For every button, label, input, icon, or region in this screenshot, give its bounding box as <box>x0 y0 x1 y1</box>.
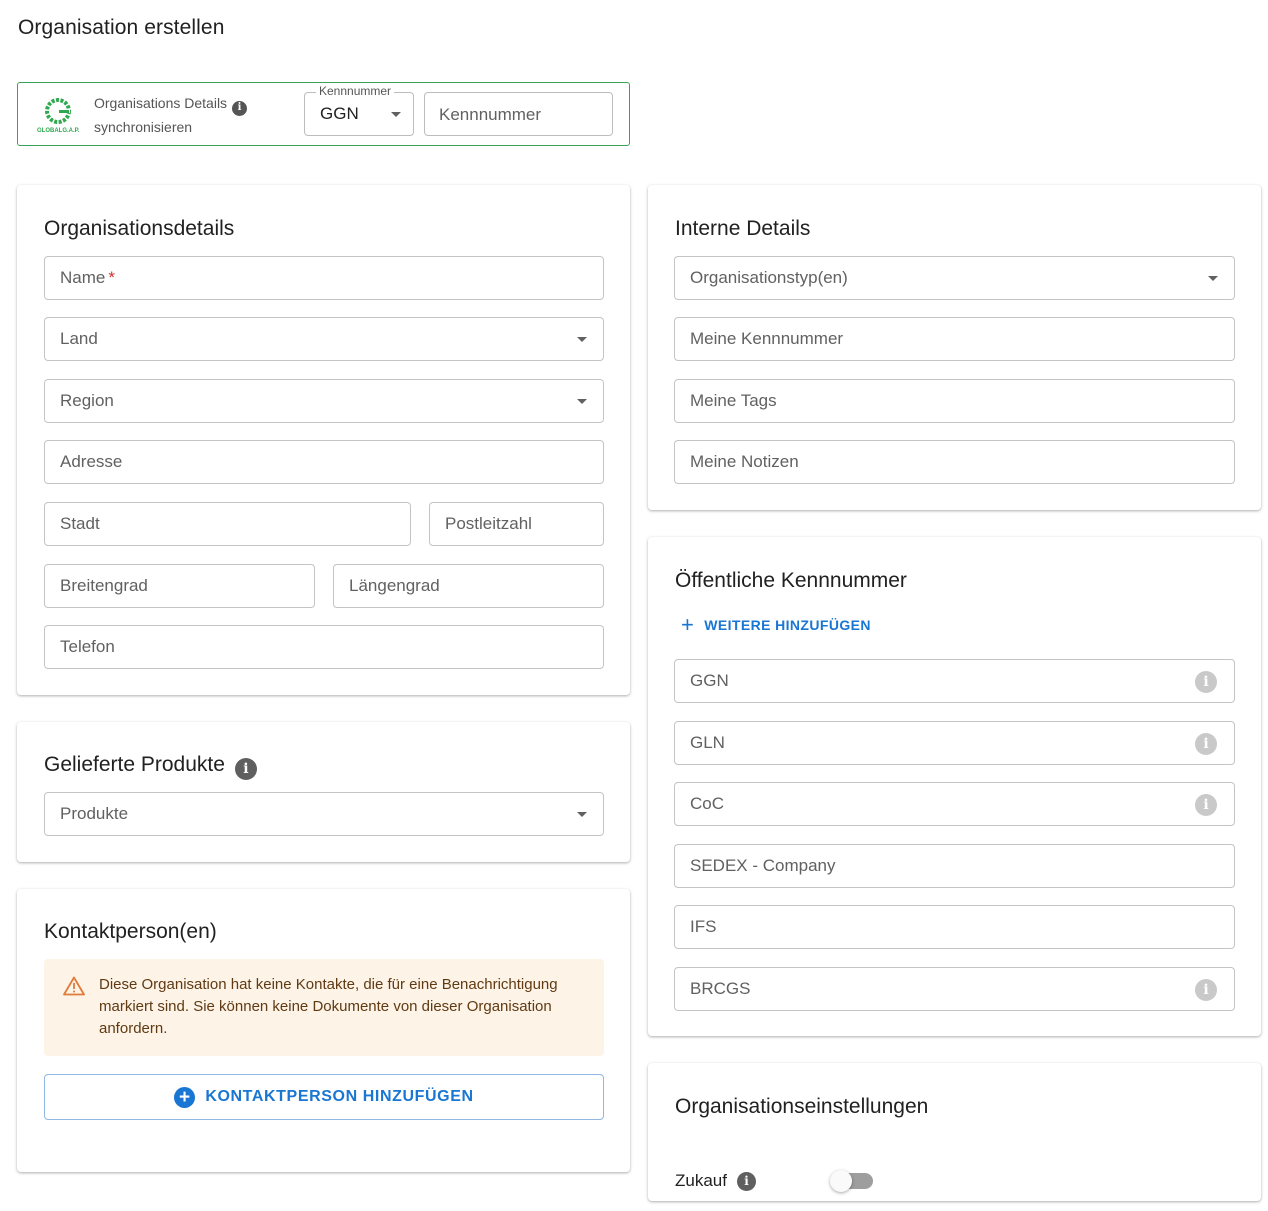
id-type-legend: Kennnummer <box>316 84 395 98</box>
add-contact-button[interactable]: + KONTAKTPERSON HINZUFÜGEN <box>44 1074 604 1120</box>
required-marker: * <box>108 268 115 287</box>
phone-field[interactable]: Telefon <box>44 625 604 669</box>
internal-details-title: Interne Details <box>675 217 811 240</box>
contacts-card: Kontaktperson(en) Diese Organisation hat… <box>17 889 630 1172</box>
zip-field[interactable]: Postleitzahl <box>429 502 604 546</box>
plus-icon: + <box>681 612 695 637</box>
id-number-input[interactable]: Kennnummer <box>424 92 613 136</box>
public-id-brcgs[interactable]: BRCGS i <box>674 967 1235 1011</box>
public-ids-card: Öffentliche Kennnummer + WEITERE HINZUFÜ… <box>648 537 1261 1036</box>
add-more-button[interactable]: + WEITERE HINZUFÜGEN <box>681 612 871 637</box>
info-icon[interactable]: i <box>1195 794 1217 816</box>
warning-icon <box>63 976 85 996</box>
internal-details-card: Interne Details Organisationstyp(en) Mei… <box>648 185 1261 510</box>
public-id-sedex[interactable]: SEDEX - Company <box>674 844 1235 888</box>
sync-label: Organisations Details i synchronisieren <box>94 92 274 138</box>
chevron-down-icon <box>1208 276 1218 281</box>
latitude-field[interactable]: Breitengrad <box>44 564 315 608</box>
id-number-placeholder: Kennnummer <box>439 105 542 124</box>
chevron-down-icon <box>577 337 587 342</box>
products-card: Gelieferte Produkte i Produkte <box>17 722 630 862</box>
public-id-gln[interactable]: GLN i <box>674 721 1235 765</box>
zukauf-label: Zukauf i <box>675 1171 756 1191</box>
globalgap-logo: GLOBALG.A.P. <box>37 98 80 134</box>
add-circle-icon: + <box>174 1086 196 1108</box>
id-type-select[interactable]: Kennnummer GGN <box>304 84 414 136</box>
public-id-ggn[interactable]: GGN i <box>674 659 1235 703</box>
id-type-value: GGN <box>320 104 359 123</box>
address-field[interactable]: Adresse <box>44 440 604 484</box>
info-icon[interactable]: i <box>232 100 248 116</box>
info-icon[interactable]: i <box>736 1171 756 1191</box>
org-details-card: Organisationsdetails Name * Land Region A… <box>17 185 630 695</box>
svg-text:GLOBALG.A.P.: GLOBALG.A.P. <box>37 128 80 134</box>
chevron-down-icon <box>577 812 587 817</box>
org-types-select[interactable]: Organisationstyp(en) <box>674 256 1235 300</box>
page-title: Organisation erstellen <box>18 16 225 39</box>
zukauf-toggle[interactable] <box>830 1170 873 1192</box>
public-id-ifs[interactable]: IFS <box>674 905 1235 949</box>
toggle-thumb[interactable] <box>830 1170 852 1192</box>
region-select[interactable]: Region <box>44 379 604 423</box>
longitude-field[interactable]: Längengrad <box>333 564 604 608</box>
public-ids-title: Öffentliche Kennnummer <box>675 569 907 592</box>
name-field[interactable]: Name * <box>44 256 604 300</box>
no-contacts-warning: Diese Organisation hat keine Kontakte, d… <box>44 959 604 1056</box>
info-icon[interactable]: i <box>1195 979 1217 1001</box>
contacts-title: Kontaktperson(en) <box>44 920 217 943</box>
country-select[interactable]: Land <box>44 317 604 361</box>
public-id-coc[interactable]: CoC i <box>674 782 1235 826</box>
org-details-title: Organisationsdetails <box>44 217 235 240</box>
info-icon[interactable]: i <box>1195 671 1217 693</box>
sync-panel: GLOBALG.A.P. Organisations Details i sync… <box>17 82 630 146</box>
my-tags-field[interactable]: Meine Tags <box>674 379 1235 423</box>
org-settings-card: Organisationseinstellungen Zukauf i <box>648 1063 1261 1201</box>
chevron-down-icon <box>577 399 587 404</box>
products-select[interactable]: Produkte <box>44 792 604 836</box>
products-title: Gelieferte Produkte i <box>44 753 257 780</box>
city-field[interactable]: Stadt <box>44 502 411 546</box>
warning-text: Diese Organisation hat keine Kontakte, d… <box>99 976 558 1037</box>
info-icon[interactable]: i <box>234 758 257 780</box>
my-notes-field[interactable]: Meine Notizen <box>674 440 1235 484</box>
info-icon[interactable]: i <box>1195 733 1217 755</box>
chevron-down-icon <box>391 112 401 117</box>
org-settings-title: Organisationseinstellungen <box>675 1095 929 1118</box>
my-id-field[interactable]: Meine Kennnummer <box>674 317 1235 361</box>
